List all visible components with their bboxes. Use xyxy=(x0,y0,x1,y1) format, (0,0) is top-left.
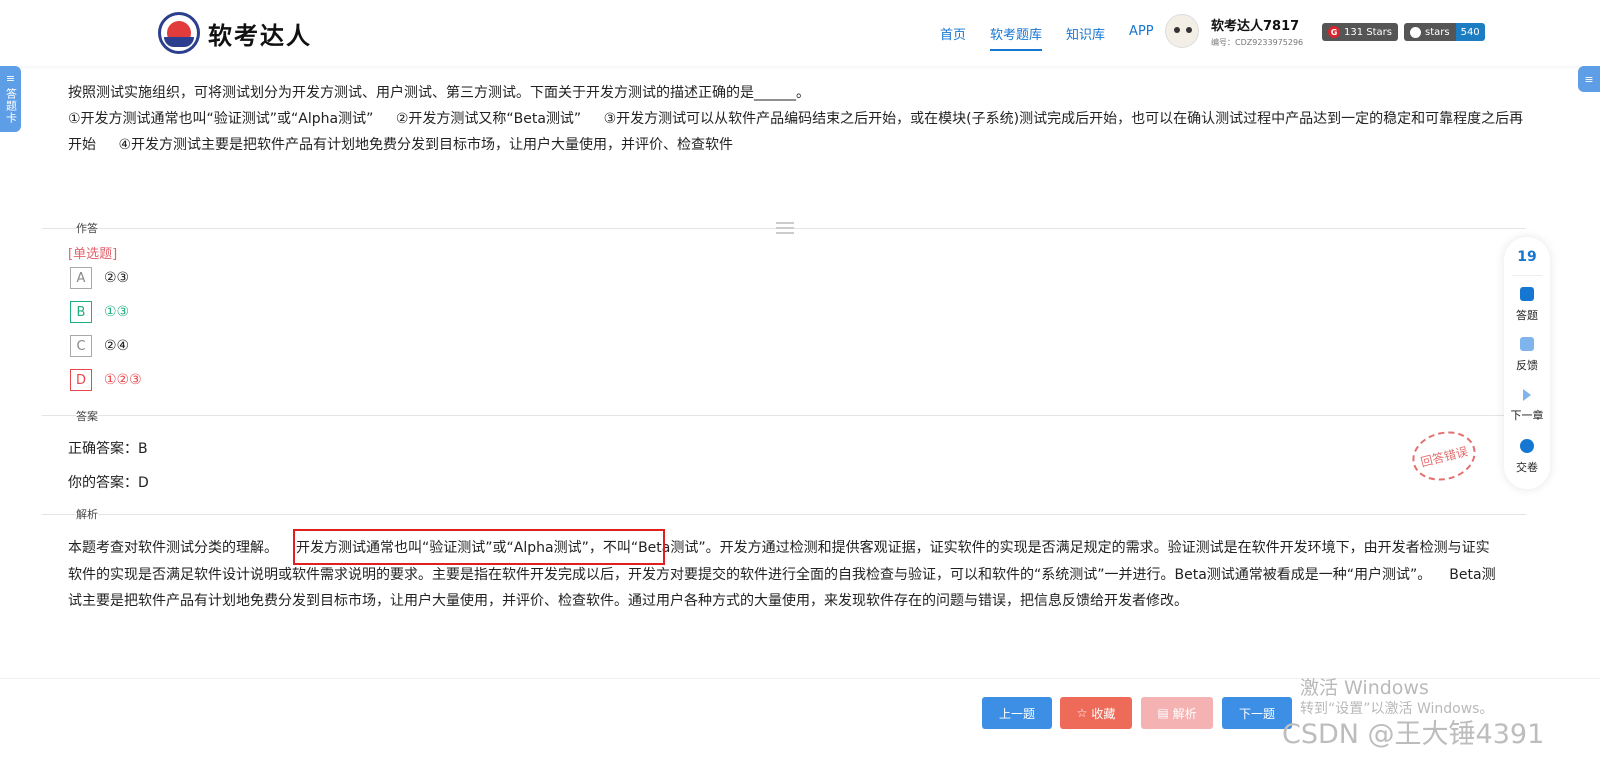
chat-icon xyxy=(1520,337,1534,351)
option-d[interactable]: D ①②③ xyxy=(70,369,142,391)
nav-home[interactable]: 首页 xyxy=(940,24,966,51)
option-a[interactable]: A ②③ xyxy=(70,267,129,289)
option-text: ①②③ xyxy=(104,372,142,388)
wrong-answer-stamp: 回答错误 xyxy=(1407,424,1481,488)
analysis-intro: 本题考查对软件测试分类的理解。 xyxy=(68,540,278,556)
skip-next-icon xyxy=(1523,389,1531,401)
analysis-body: 不叫“Beta测试”。开发方通过检测和提供客观证据，证实软件的实现是否满足规定的… xyxy=(68,540,1490,583)
option-text: ①③ xyxy=(104,304,130,320)
section-analysis: 解析 xyxy=(76,506,98,522)
github-icon xyxy=(1409,26,1421,38)
feedback-button[interactable]: 反馈 xyxy=(1504,337,1550,373)
github-stars-label: stars xyxy=(1424,26,1450,38)
avatar[interactable] xyxy=(1165,14,1199,48)
analysis-text: 本题考查对软件测试分类的理解。 开发方测试通常也叫“验证测试”或“Alpha测试”… xyxy=(68,535,1500,615)
question-stem: 按照测试实施组织，可将测试划分为开发方测试、用户测试、第三方测试。下面关于开发方… xyxy=(68,80,1528,158)
nav-question-bank[interactable]: 软考题库 xyxy=(990,24,1043,51)
nav-knowledge[interactable]: 知识库 xyxy=(1066,24,1105,51)
logo-emblem-icon xyxy=(158,12,200,54)
divider xyxy=(42,415,1526,416)
statement-2: ②开发方测试又称“Beta测试” xyxy=(395,111,582,127)
section-answer: 答案 xyxy=(76,408,98,424)
prev-question-button[interactable]: 上一题 xyxy=(982,697,1052,729)
right-menu-tab[interactable]: ≡ xyxy=(1578,66,1600,92)
question-count: 19 xyxy=(1517,249,1537,265)
your-answer: 你的答案：D xyxy=(68,475,149,491)
github-stars-count: 540 xyxy=(1455,23,1485,41)
gitee-stars-badge[interactable]: G 131 Stars xyxy=(1322,23,1398,41)
drag-handle-icon[interactable] xyxy=(776,222,794,237)
section-answer-area: 作答 xyxy=(76,220,98,236)
next-chapter-button[interactable]: 下一章 xyxy=(1504,389,1550,423)
option-letter: D xyxy=(70,369,92,391)
star-icon: ☆ xyxy=(1076,706,1088,720)
analysis-button[interactable]: ▤ 解析 xyxy=(1141,697,1213,729)
user-profile[interactable]: 软考达人7817 编号：CDZ9233975296 xyxy=(1165,14,1303,48)
highlight-annotation xyxy=(293,529,665,565)
gitee-icon: G xyxy=(1328,26,1340,38)
menu-icon: ≡ xyxy=(5,72,16,85)
divider xyxy=(42,514,1526,515)
option-letter: A xyxy=(70,267,92,289)
question-text: 按照测试实施组织，可将测试划分为开发方测试、用户测试、第三方测试。下面关于开发方… xyxy=(68,85,810,101)
nav-app[interactable]: APP xyxy=(1129,24,1154,51)
floating-toolbar: 19 答题 反馈 下一章 交卷 xyxy=(1504,237,1550,489)
statement-1: ①开发方测试通常也叫“验证测试”或“Alpha测试” xyxy=(68,111,374,127)
statement-4: ④开发方测试主要是把软件产品有计划地免费分发到目标市场，让用户大量使用，并评价、… xyxy=(118,137,734,153)
option-b[interactable]: B ①③ xyxy=(70,301,129,323)
windows-activation-watermark: 激活 Windows xyxy=(1300,677,1429,699)
top-header: 软考达人 首页 软考题库 知识库 APP 软考达人7817 编号：CDZ9233… xyxy=(0,0,1600,66)
repo-badges: G 131 Stars stars 540 xyxy=(1322,23,1485,41)
answer-sheet-button[interactable]: 答题 xyxy=(1504,287,1550,323)
main-nav: 首页 软考题库 知识库 APP xyxy=(940,24,1154,51)
option-text: ②④ xyxy=(104,338,130,354)
submit-paper-button[interactable]: 交卷 xyxy=(1504,439,1550,475)
option-text: ②③ xyxy=(104,270,130,286)
user-id: 编号：CDZ9233975296 xyxy=(1211,37,1304,47)
gitee-stars-text: 131 Stars xyxy=(1344,26,1392,38)
answer-card-tab[interactable]: ≡ 答题卡 xyxy=(0,66,21,132)
logo-text: 软考达人 xyxy=(208,21,312,50)
user-name: 软考达人7817 xyxy=(1211,18,1300,34)
arrow-up-icon xyxy=(1520,439,1534,453)
favorite-button[interactable]: ☆ 收藏 xyxy=(1060,697,1132,729)
answer-card-label: 答题卡 xyxy=(4,88,18,124)
github-stars-badge[interactable]: stars 540 xyxy=(1403,23,1485,41)
option-letter: C xyxy=(70,335,92,357)
menu-icon: ≡ xyxy=(1584,72,1594,86)
option-c[interactable]: C ②④ xyxy=(70,335,129,357)
correct-answer: 正确答案：B xyxy=(68,441,148,457)
csdn-watermark: CSDN @王大锤4391 xyxy=(1282,719,1545,750)
option-letter: B xyxy=(70,301,92,323)
answer-icon xyxy=(1520,287,1534,301)
question-type: [单选题] xyxy=(68,247,118,262)
document-icon: ▤ xyxy=(1157,706,1169,720)
site-logo[interactable]: 软考达人 xyxy=(158,12,312,54)
